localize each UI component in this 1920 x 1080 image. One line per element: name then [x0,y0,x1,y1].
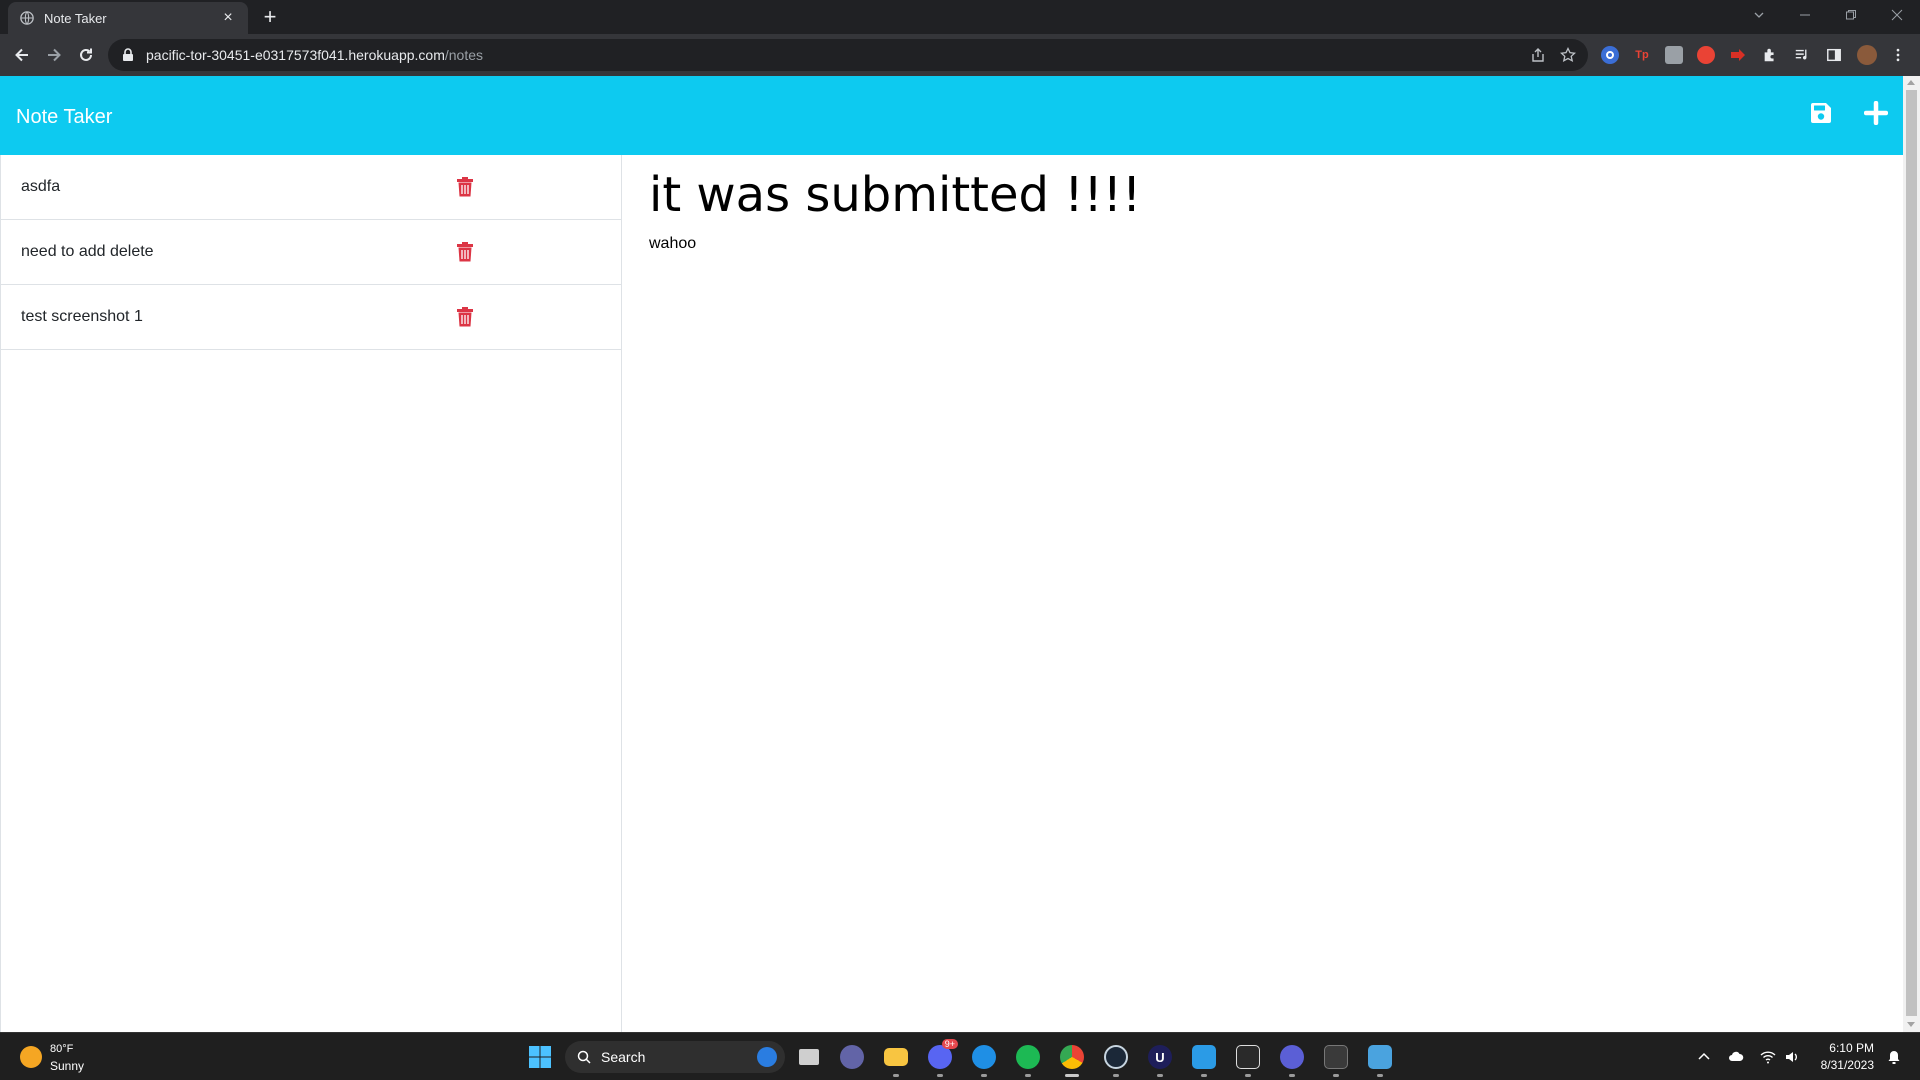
browser-toolbar: pacific-tor-30451-e0317573f041.herokuapp… [0,34,1920,76]
windows-taskbar: 80°F Sunny Search 9+ U 6:10 PM 8/31/2023 [0,1032,1920,1080]
side-panel-icon[interactable] [1825,46,1843,64]
lock-icon [123,48,133,61]
browser-tab-strip: Note Taker × + [0,0,1920,34]
teams-icon[interactable] [836,1041,868,1073]
forward-icon[interactable] [42,43,66,67]
tab-search-icon[interactable] [1736,0,1782,30]
minimize-icon[interactable] [1782,0,1828,30]
note-editor: it was submitted !!!! wahoo [623,155,1903,1033]
url-path: /notes [444,47,484,63]
notes-list: asdfa need to add delete test screenshot… [0,155,622,1033]
tab-title: Note Taker [44,10,107,26]
weather-description[interactable]: Sunny [50,1059,84,1073]
running-indicator [1025,1074,1031,1077]
chrome-menu-icon[interactable] [1889,46,1907,64]
volume-icon[interactable] [1784,1049,1800,1065]
restore-icon[interactable] [1828,0,1874,30]
task-view-icon[interactable] [793,1041,825,1073]
red-arrow-extension-icon[interactable] [1729,46,1747,64]
running-indicator [1113,1074,1119,1077]
running-indicator [1245,1074,1251,1077]
taskbar-search[interactable]: Search [565,1041,785,1073]
media-control-icon[interactable] [1793,46,1811,64]
search-icon [577,1050,591,1064]
windows-start-icon[interactable] [524,1041,556,1073]
red-shield-extension-icon[interactable] [1697,46,1715,64]
app-navbar: Note Taker [0,76,1903,155]
reload-icon[interactable] [74,43,98,67]
delete-trash-icon[interactable] [456,242,474,262]
delete-trash-icon[interactable] [456,177,474,197]
app-title[interactable]: Note Taker [16,106,112,129]
discord-icon[interactable]: 9+ [924,1039,958,1077]
back-icon[interactable] [10,43,34,67]
note-list-item[interactable]: asdfa [1,155,621,220]
obs-icon[interactable] [1276,1041,1308,1077]
unreal-icon[interactable]: U [1144,1041,1176,1077]
browser-tab[interactable]: Note Taker × [8,2,248,34]
note-title-input[interactable]: it was submitted !!!! [649,167,1141,223]
profile-avatar[interactable] [1857,45,1877,65]
save-note-icon[interactable] [1809,101,1833,125]
new-tab-icon[interactable]: + [258,6,282,30]
search-label: Search [601,1049,646,1065]
running-indicator [937,1074,943,1077]
clock-date[interactable]: 8/31/2023 [1800,1058,1874,1072]
url-host: pacific-tor-30451-e0317573f041.herokuapp… [146,47,445,63]
terminal-icon[interactable] [1320,1041,1352,1077]
bookmark-star-icon[interactable] [1560,47,1576,63]
google-lens-icon[interactable] [1601,46,1619,64]
page-scrollbar[interactable] [1903,76,1920,1033]
wifi-icon[interactable] [1760,1049,1776,1065]
azure-data-studio-icon[interactable] [968,1041,1000,1077]
close-window-icon[interactable] [1874,0,1920,30]
chrome-icon[interactable] [1056,1041,1088,1077]
note-list-item-title: test screenshot 1 [21,308,143,325]
running-indicator [981,1074,987,1077]
running-indicator [1289,1074,1295,1077]
note-list-item[interactable]: need to add delete [1,220,621,285]
scroll-down-arrow-icon[interactable] [1907,1022,1915,1027]
note-list-item[interactable]: test screenshot 1 [1,285,621,350]
tp-extension-icon[interactable]: Tp [1633,46,1651,64]
note-list-item-title: need to add delete [21,243,154,260]
grey-extension-icon[interactable] [1665,46,1683,64]
delete-trash-icon[interactable] [456,307,474,327]
weather-sun-icon[interactable] [20,1046,42,1068]
weather-temperature[interactable]: 80°F [50,1043,73,1055]
new-note-plus-icon[interactable] [1864,101,1888,125]
scroll-up-arrow-icon[interactable] [1907,80,1915,85]
chevron-up-icon[interactable] [1696,1049,1712,1065]
close-tab-icon[interactable]: × [220,10,236,26]
share-icon[interactable] [1530,47,1546,63]
note-list-item-title: asdfa [21,178,61,195]
steam-icon[interactable] [1100,1041,1132,1077]
note-text-area[interactable]: wahoo [649,235,696,253]
discord-badge: 9+ [941,1039,958,1049]
running-indicator [1157,1074,1163,1077]
active-indicator [1065,1074,1079,1077]
epic-games-icon[interactable] [1232,1041,1264,1077]
notification-bell-icon[interactable] [1886,1049,1902,1065]
extensions-puzzle-icon[interactable] [1761,46,1779,64]
globe-icon [20,11,34,25]
spotify-icon[interactable] [1012,1041,1044,1077]
monitor-app-icon[interactable] [1364,1041,1396,1077]
bing-icon[interactable] [757,1047,777,1067]
running-indicator [1377,1074,1383,1077]
file-explorer-icon[interactable] [880,1041,912,1077]
scrollbar-thumb[interactable] [1906,90,1917,1016]
running-indicator [1201,1074,1207,1077]
clock-time[interactable]: 6:10 PM [1800,1041,1874,1055]
address-bar[interactable]: pacific-tor-30451-e0317573f041.herokuapp… [108,39,1588,71]
vscode-icon[interactable] [1188,1041,1220,1077]
running-indicator [1333,1074,1339,1077]
onedrive-cloud-icon[interactable] [1728,1049,1744,1065]
running-indicator [893,1074,899,1077]
